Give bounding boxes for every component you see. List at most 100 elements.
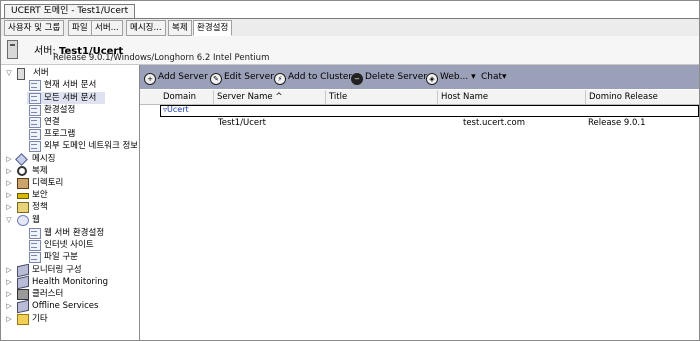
nav-policies[interactable]: ▷ 정책 [5,201,135,213]
tab-label: 메시징... [130,23,162,33]
document-icon [29,228,41,239]
nav-label: Offline Services [32,301,99,311]
nav-label: 연결 [44,117,60,127]
button-label: Add Server [158,72,208,82]
tab-label: 서버... [95,23,119,33]
server-header: 서버: Test1/Ucert Release 9.0.1/Windows/Lo… [1,36,699,65]
twisty-collapsed-icon[interactable]: ▷ [5,313,13,325]
twisty-expanded-icon[interactable]: ▽ [5,214,13,226]
tab-configuration[interactable]: 환경설정 [193,20,233,36]
tab-files[interactable]: 파일 [68,20,92,36]
nav-label: 보안 [32,190,48,200]
edit-icon: ✎ [210,73,222,85]
button-label: Edit Server [224,72,274,82]
nav-current-server-document[interactable]: 현재 서버 문서 [27,79,135,91]
twisty-collapsed-icon[interactable]: ▷ [5,264,13,276]
nav-label: 환경설정 [44,105,76,115]
tab-label: 복제 [172,23,188,33]
column-header-host-name[interactable]: Host Name [438,90,586,104]
button-label: Add to Cluster [288,72,353,82]
tab-replication[interactable]: 복제 [168,20,192,36]
nav-label: 디렉토리 [32,178,64,188]
document-icon [29,93,41,104]
tab-label: 환경설정 [197,23,229,33]
document-icon [29,105,41,116]
navigator-tree: ▽ 서버 현재 서버 문서 모든 서버 문서 환경설정 연결 프로그램 외부 도… [1,65,140,340]
lightning-icon: ⚡ [274,73,286,85]
twisty-collapsed-icon[interactable]: ▷ [5,276,13,288]
document-icon [29,240,41,251]
twisty-collapsed-icon[interactable]: ▷ [5,177,13,189]
twisty-collapsed-icon[interactable]: ▷ [5,201,13,213]
nav-external-domain-network[interactable]: 외부 도메인 네트워크 정보 [27,140,137,152]
add-server-button[interactable]: + Add Server [144,70,208,85]
twisty-collapsed-icon[interactable]: ▷ [5,288,13,300]
server-icon [7,40,18,59]
twisty-collapsed-icon[interactable]: ▷ [5,153,13,165]
nav-programs[interactable]: 프로그램 [27,128,135,140]
twisty-collapsed-icon[interactable]: ▷ [5,189,13,201]
add-icon: + [144,73,156,85]
nav-label: 복제 [32,166,48,176]
category-name: Ucert [167,105,189,114]
server-view: Domain Server Name ^ Title Host Name Dom… [140,89,699,340]
nav-label: Health Monitoring [32,277,109,287]
twisty-collapsed-icon[interactable]: ▷ [5,300,13,312]
delete-server-button[interactable]: − Delete Server [351,70,427,85]
dropdown-arrow-icon: ▾ [471,72,476,82]
nav-web[interactable]: ▽ 웹 [5,214,135,226]
tab-server[interactable]: 서버... [91,20,123,36]
nav-replication[interactable]: ▷ 복제 [5,165,135,177]
twisty-expanded-icon[interactable]: ▽ [5,67,13,79]
nav-offline-services[interactable]: ▷ Offline Services [5,299,135,314]
edit-server-button[interactable]: ✎ Edit Server [210,70,274,85]
messaging-icon [15,153,28,166]
add-to-cluster-button[interactable]: ⚡ Add to Cluster [274,70,353,85]
nav-monitoring-configuration[interactable]: ▷ 모니터링 구성 [5,263,135,278]
column-header-server-name[interactable]: Server Name ^ [214,90,326,104]
nav-all-server-documents[interactable]: 모든 서버 문서 [27,92,105,104]
nav-label: 서버 [33,68,49,78]
column-header-title[interactable]: Title [326,90,438,104]
nav-server[interactable]: ▽ 서버 [5,67,135,80]
nav-label: 파일 구분 [44,252,78,262]
nav-internet-sites[interactable]: 인터넷 사이트 [27,239,135,251]
dropdown-arrow-icon: ▾ [502,72,507,82]
nav-directory[interactable]: ▷ 디렉토리 [5,177,135,189]
web-menu-button[interactable]: ◈ Web... ▾ [426,70,476,85]
category-label: ▿Ucert [163,105,189,115]
document-icon [29,252,41,263]
folder-icon [17,314,29,325]
document-icon [29,80,41,91]
column-header-domain[interactable]: Domain [160,90,214,104]
nav-configurations[interactable]: 환경설정 [27,104,135,116]
category-row[interactable]: ▿Ucert [160,105,699,117]
nav-label: 외부 도메인 네트워크 정보 [44,141,137,151]
cell-server-name: Test1/Ucert [218,118,266,128]
delete-icon: − [351,73,363,85]
button-label: Delete Server [365,72,427,82]
window-tab[interactable]: UCERT 도메인 - Test1/Ucert [4,4,136,18]
app-window: UCERT 도메인 - Test1/Ucert 사용자 및 그룹 파일 서버..… [0,0,700,341]
nav-messaging[interactable]: ▷ 메시징 [5,153,135,166]
nav-file-identifications[interactable]: 파일 구분 [27,251,135,263]
nav-label: 메시징 [32,154,56,164]
tab-label: 파일 [72,23,88,33]
twisty-collapsed-icon[interactable]: ▷ [5,165,13,177]
nav-clusters[interactable]: ▷ 클러스터 [5,288,135,300]
nav-security[interactable]: ▷ 보안 [5,189,135,201]
nav-miscellaneous[interactable]: ▷ 기타 [5,313,135,325]
server-icon [17,68,25,80]
tab-messaging[interactable]: 메시징... [126,20,166,36]
nav-web-server-configurations[interactable]: 웹 서버 환경설정 [27,227,135,239]
nav-health-monitoring[interactable]: ▷ Health Monitoring [5,275,135,290]
column-header-domino-release[interactable]: Domino Release [586,90,699,104]
chat-menu-button[interactable]: Chat▾ [481,70,507,84]
nav-connections[interactable]: 연결 [27,116,135,128]
button-label: Chat [481,72,503,82]
nav-label: 웹 [32,215,40,225]
nav-label: 모니터링 구성 [32,265,82,275]
nav-label: 클러스터 [32,289,64,299]
nav-label: 인터넷 사이트 [44,240,94,250]
tab-people-groups[interactable]: 사용자 및 그룹 [4,20,65,36]
